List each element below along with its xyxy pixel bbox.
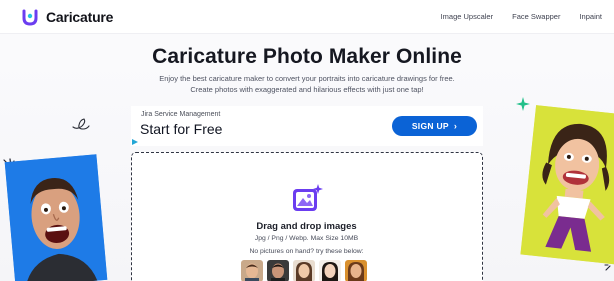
page-subtitle: Enjoy the best caricature maker to conve… bbox=[102, 73, 512, 95]
sample-images bbox=[241, 260, 367, 281]
caricature-example-man bbox=[4, 154, 108, 281]
nav-item-image-upscaler[interactable]: Image Upscaler bbox=[441, 12, 494, 21]
ad-button-label: SIGN UP bbox=[411, 121, 449, 131]
upload-formats: Jpg / Png / Webp. Max Size 10MB bbox=[254, 235, 359, 242]
nav-item-inpaint[interactable]: Inpaint bbox=[579, 12, 602, 21]
chevron-right-icon: › bbox=[453, 120, 458, 131]
main-nav: Image Upscaler Face Swapper Inpaint bbox=[441, 12, 602, 21]
page-title: Caricature Photo Maker Online bbox=[152, 45, 462, 68]
subtitle-line-1: Enjoy the best caricature maker to conve… bbox=[159, 74, 455, 83]
brand-name: Caricature bbox=[46, 9, 114, 25]
sample-image-1[interactable] bbox=[241, 260, 263, 281]
sample-image-5[interactable] bbox=[345, 260, 367, 281]
sparkle-star-icon bbox=[516, 97, 530, 111]
sample-image-3[interactable] bbox=[293, 260, 315, 281]
subtitle-line-2: Create photos with exaggerated and hilar… bbox=[190, 85, 424, 94]
upload-title: Drag and drop images bbox=[256, 221, 357, 232]
top-header: Caricature Image Upscaler Face Swapper I… bbox=[0, 0, 614, 34]
ad-kicker: Jira Service Management bbox=[141, 111, 221, 118]
caricature-logo-icon bbox=[22, 9, 38, 26]
ad-banner[interactable]: Jira Service Management Start for Free S… bbox=[131, 106, 483, 146]
scribble-decoration-icon bbox=[72, 118, 90, 130]
ad-sign-up-button[interactable]: SIGN UP › bbox=[392, 116, 477, 136]
sample-image-4[interactable] bbox=[319, 260, 341, 281]
caricature-example-woman bbox=[520, 105, 614, 265]
nav-item-face-swapper[interactable]: Face Swapper bbox=[512, 12, 560, 21]
upload-dropzone[interactable]: Drag and drop images Jpg / Png / Webp. M… bbox=[131, 152, 483, 281]
ad-headline[interactable]: Start for Free bbox=[140, 121, 222, 137]
brand-logo[interactable]: Caricature bbox=[21, 8, 113, 26]
image-upload-icon bbox=[293, 184, 323, 211]
sample-image-2[interactable] bbox=[267, 260, 289, 281]
page: Caricature Image Upscaler Face Swapper I… bbox=[0, 0, 614, 281]
adchoices-icon[interactable] bbox=[131, 138, 139, 146]
upload-hint: No pictures on hand? try these below: bbox=[249, 248, 364, 255]
